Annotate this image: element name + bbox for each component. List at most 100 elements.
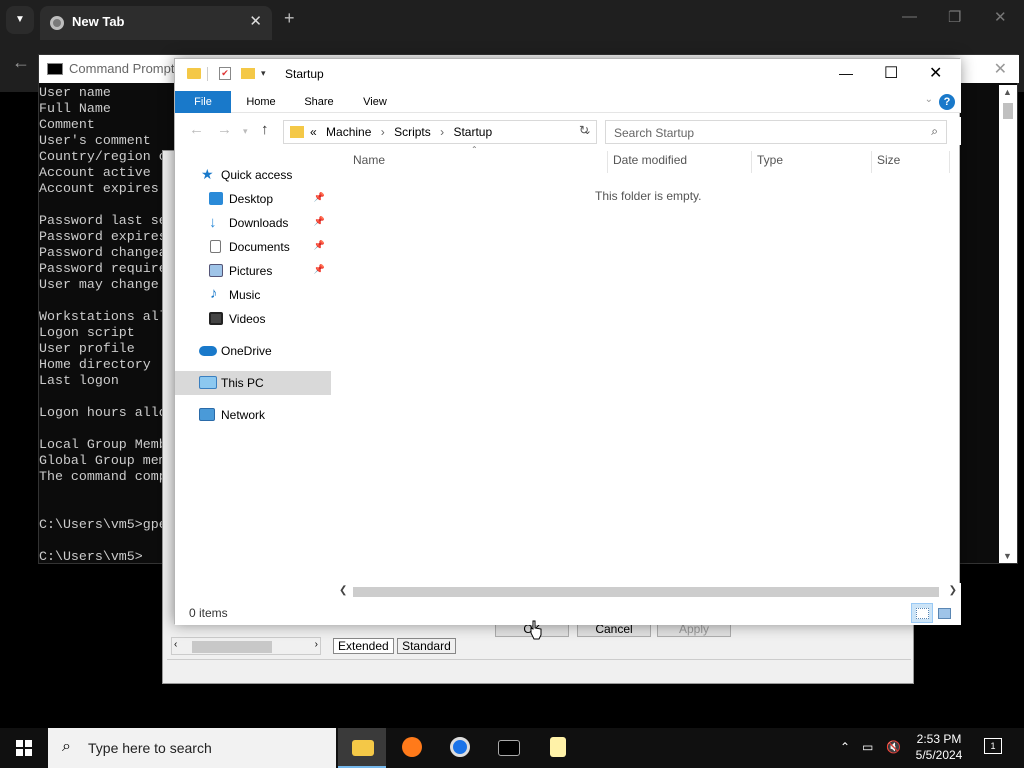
scroll-thumb[interactable]: [1003, 103, 1013, 119]
browser-close-button[interactable]: ✕: [994, 8, 1007, 26]
tab-view[interactable]: View: [351, 91, 399, 113]
cmd-close-icon[interactable]: ✕: [994, 59, 1007, 79]
nav-item-network[interactable]: Network: [175, 403, 331, 427]
close-button[interactable]: ✕: [929, 63, 942, 83]
file-explorer-icon: [352, 740, 374, 756]
taskbar-terminal[interactable]: [484, 728, 532, 768]
explorer-titlebar[interactable]: ✔ ▾ Startup — ☐ ✕: [175, 59, 961, 91]
videos-icon: [209, 312, 223, 325]
tab-standard[interactable]: Standard: [397, 638, 456, 654]
network-icon[interactable]: ▭: [862, 740, 873, 754]
breadcrumb: « Machine › Scripts › Startup: [310, 125, 498, 139]
chevron-right-icon[interactable]: ›: [440, 125, 444, 139]
forward-arrow-icon[interactable]: →: [217, 121, 232, 138]
nav-item-quick-access[interactable]: ★ Quick access: [175, 163, 331, 187]
navigation-pane: ★ Quick access Desktop 📌 ↓ Downloads 📌 D…: [175, 155, 335, 595]
gpo-horizontal-scrollbar[interactable]: ‹ ›: [171, 637, 321, 655]
chevron-left-icon[interactable]: ‹: [174, 639, 177, 650]
browser-tab[interactable]: New Tab ✕: [40, 6, 272, 40]
horizontal-scrollbar[interactable]: ❮ ❯: [335, 583, 961, 601]
nav-item-this-pc[interactable]: This PC: [175, 371, 331, 395]
volume-muted-icon[interactable]: 🔇: [886, 740, 901, 754]
breadcrumb-overflow[interactable]: «: [310, 125, 317, 139]
tab-share[interactable]: Share: [295, 91, 343, 113]
properties-icon[interactable]: ✔: [219, 67, 231, 80]
browser-maximize-button[interactable]: ❐: [948, 8, 961, 26]
nav-item-documents[interactable]: Documents 📌: [175, 235, 331, 259]
item-count: 0 items: [189, 606, 228, 620]
nav-item-videos[interactable]: Videos: [175, 307, 331, 331]
scroll-up-icon[interactable]: ▲: [1003, 87, 1012, 97]
taskbar: ⌕ Type here to search ⌃ ▭ 🔇 2:53 PM 5/5/…: [0, 728, 1024, 768]
breadcrumb-scripts[interactable]: Scripts: [394, 125, 431, 139]
back-arrow-icon[interactable]: ←: [12, 52, 30, 73]
chevron-right-icon[interactable]: ❯: [949, 585, 957, 596]
column-type[interactable]: Type: [757, 153, 783, 167]
breadcrumb-machine[interactable]: Machine: [326, 125, 371, 139]
browser-minimize-button[interactable]: —: [902, 8, 917, 25]
column-size[interactable]: Size: [877, 153, 900, 167]
taskbar-firefox[interactable]: [388, 728, 436, 768]
search-input[interactable]: Search Startup ⌕: [605, 120, 947, 144]
back-arrow-icon[interactable]: ←: [189, 121, 204, 138]
tab-close-icon[interactable]: ✕: [249, 12, 262, 30]
tab-search-button[interactable]: ▼: [6, 6, 34, 34]
music-icon: ♪: [210, 285, 218, 302]
notification-center-icon[interactable]: 1: [984, 738, 1002, 754]
nav-label: Network: [221, 408, 266, 422]
chevron-left-icon[interactable]: ❮: [339, 585, 347, 596]
column-date-modified[interactable]: Date modified: [613, 153, 687, 167]
search-icon: ⌕: [931, 124, 938, 138]
customize-toolbar-icon[interactable]: ▾: [261, 68, 266, 79]
expand-ribbon-icon[interactable]: ⌄: [925, 94, 933, 105]
up-arrow-icon[interactable]: ↑: [261, 121, 269, 138]
taskbar-chrome[interactable]: [436, 728, 484, 768]
details-view-button[interactable]: [911, 603, 933, 623]
computer-icon: [199, 376, 217, 389]
window-title: Startup: [285, 67, 324, 81]
refresh-icon[interactable]: ↻: [579, 123, 589, 137]
tab-file[interactable]: File: [175, 91, 231, 113]
clock-time[interactable]: 2:53 PM: [908, 732, 970, 746]
downloads-icon: ↓: [209, 214, 217, 231]
cloud-icon: [199, 346, 217, 356]
minimize-button[interactable]: —: [839, 65, 853, 81]
pin-icon: 📌: [313, 192, 325, 202]
tab-extended[interactable]: Extended: [333, 638, 394, 654]
taskbar-file-explorer[interactable]: [338, 728, 386, 768]
large-icons-view-button[interactable]: [933, 603, 955, 623]
column-headers: ⌃ Name Date modified Type Size: [335, 145, 955, 173]
column-name[interactable]: Name: [353, 153, 385, 167]
scroll-down-icon[interactable]: ▼: [1003, 551, 1012, 561]
chevron-right-icon[interactable]: ›: [315, 639, 318, 650]
star-icon: ★: [201, 166, 214, 182]
status-bar: 0 items: [175, 601, 961, 625]
start-button[interactable]: [0, 728, 48, 768]
pin-icon: 📌: [313, 216, 325, 226]
show-hidden-icons-icon[interactable]: ⌃: [840, 740, 850, 754]
nav-item-desktop[interactable]: Desktop 📌: [175, 187, 331, 211]
nav-item-onedrive[interactable]: OneDrive: [175, 339, 331, 363]
pictures-icon: [209, 264, 223, 277]
breadcrumb-startup[interactable]: Startup: [453, 125, 492, 139]
chevron-right-icon[interactable]: ›: [381, 125, 385, 139]
cmd-scrollbar[interactable]: ▲ ▼: [999, 85, 1017, 563]
recent-locations-icon[interactable]: ▾: [243, 126, 248, 137]
nav-item-downloads[interactable]: ↓ Downloads 📌: [175, 211, 331, 235]
scroll-thumb[interactable]: [192, 641, 272, 653]
pin-icon: 📌: [313, 240, 325, 250]
empty-folder-message: This folder is empty.: [595, 189, 702, 203]
taskbar-search-input[interactable]: ⌕ Type here to search: [48, 728, 336, 768]
nav-item-pictures[interactable]: Pictures 📌: [175, 259, 331, 283]
new-tab-button[interactable]: +: [284, 8, 295, 29]
tab-home[interactable]: Home: [237, 91, 285, 113]
maximize-button[interactable]: ☐: [884, 63, 898, 83]
new-folder-icon[interactable]: [241, 68, 255, 79]
nav-item-music[interactable]: ♪ Music: [175, 283, 331, 307]
taskbar-notepad[interactable]: [534, 728, 582, 768]
address-bar[interactable]: « Machine › Scripts › Startup ⌄: [283, 120, 597, 144]
clock-date[interactable]: 5/5/2024: [908, 748, 970, 762]
scroll-thumb[interactable]: [353, 587, 939, 597]
chrome-icon: [50, 16, 64, 30]
help-icon[interactable]: ?: [939, 94, 955, 110]
